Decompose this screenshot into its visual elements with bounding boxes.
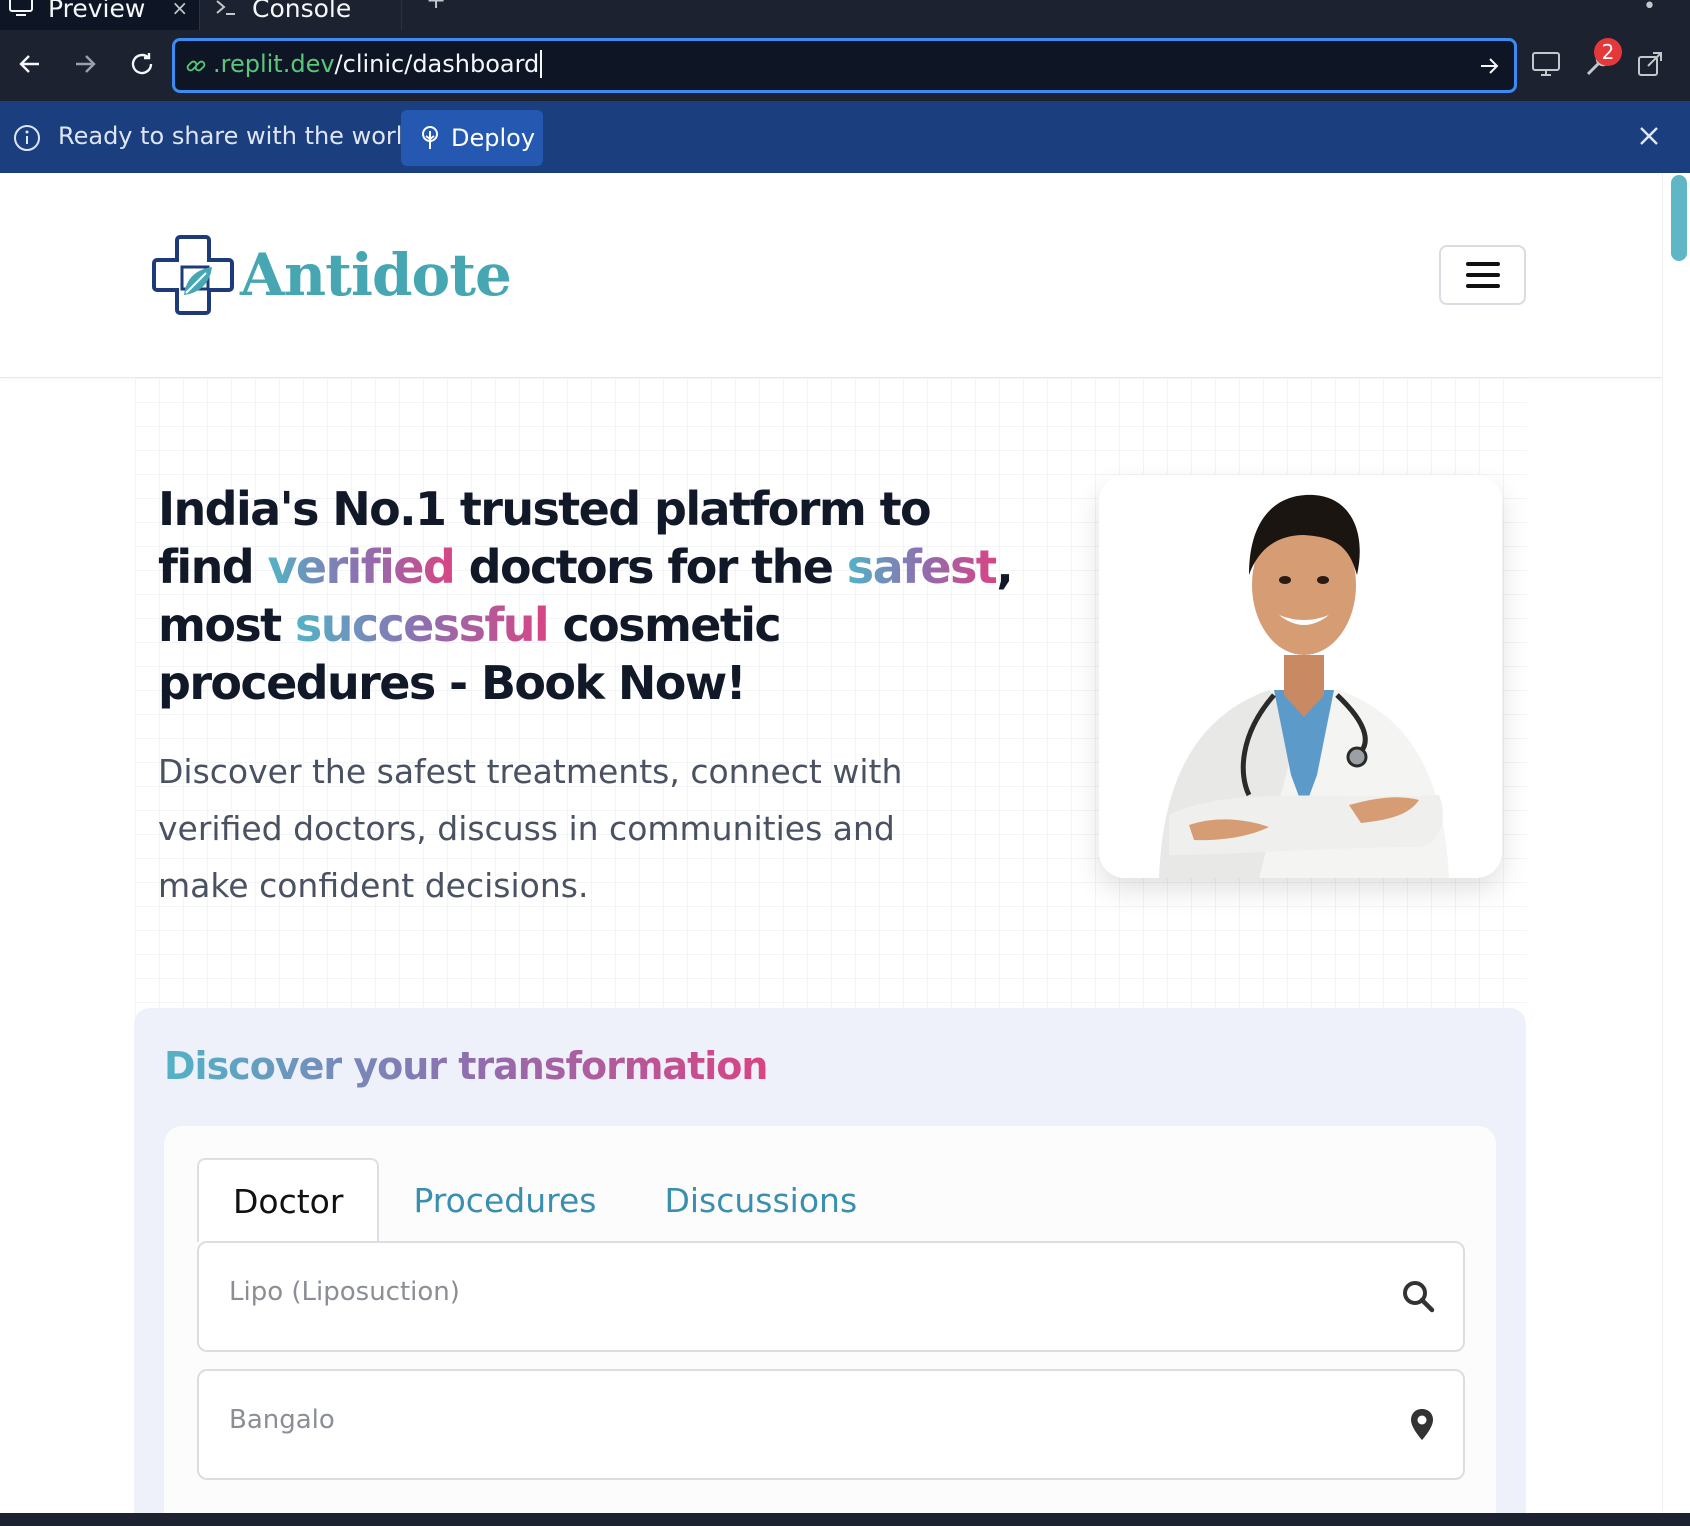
hamburger-icon	[1465, 262, 1500, 288]
deploy-label: Deploy	[451, 124, 536, 152]
deploy-banner: Ready to share with the world? Deploy	[0, 101, 1690, 173]
tab-doctor[interactable]: Doctor	[197, 1158, 380, 1242]
new-tab-button[interactable]: +	[426, 0, 446, 14]
search-icon[interactable]	[1401, 1279, 1435, 1317]
hero-highlight-safest: safest	[846, 540, 998, 594]
brand-name: Antidote	[240, 241, 512, 309]
monitor-icon	[1532, 52, 1560, 76]
terminal-icon	[214, 0, 238, 23]
tab-preview-label: Preview	[48, 0, 146, 23]
deploy-icon	[419, 125, 441, 151]
procedure-search-field	[197, 1241, 1465, 1352]
notification-badge: 2	[1594, 38, 1622, 66]
hero-highlight-successful: successful	[294, 598, 550, 652]
brand-logo[interactable]: Antidote	[150, 233, 512, 317]
info-icon	[12, 123, 42, 157]
location-input[interactable]	[229, 1405, 1329, 1435]
menu-button[interactable]	[1439, 245, 1526, 305]
window-bottom-edge	[0, 1513, 1690, 1526]
banner-message: Ready to share with the world?	[58, 122, 431, 150]
deploy-button[interactable]: Deploy	[401, 110, 543, 166]
site-header: Antidote	[0, 173, 1662, 378]
devices-button[interactable]	[1528, 46, 1564, 82]
url-bar[interactable]: .replit.dev/clinic/dashboard	[172, 38, 1517, 93]
search-card: Doctor Procedures Discussions	[164, 1126, 1496, 1513]
hero-subtitle: Discover the safest treatments, connect …	[158, 752, 903, 905]
arrow-right-icon	[76, 55, 96, 73]
procedure-search-input[interactable]	[229, 1277, 1329, 1307]
tab-procedures[interactable]: Procedures	[379, 1158, 630, 1242]
page-scrollbar[interactable]	[1662, 173, 1690, 1513]
link-icon	[185, 55, 207, 81]
page-viewport: Antidote India's No.1 trusted platform t…	[0, 173, 1690, 1513]
scrollbar-thumb[interactable]	[1671, 175, 1687, 261]
tab-discussions[interactable]: Discussions	[630, 1158, 891, 1242]
open-new-window-button[interactable]	[1632, 46, 1668, 82]
more-options-icon[interactable]: •	[1643, 0, 1656, 19]
close-tab-icon[interactable]: ×	[171, 0, 188, 20]
back-button[interactable]	[12, 46, 48, 82]
go-button[interactable]	[1478, 55, 1500, 81]
hero-highlight-verified: verified	[267, 540, 455, 594]
tab-preview[interactable]: Preview ×	[0, 0, 200, 30]
map-pin-icon[interactable]	[1409, 1407, 1435, 1447]
arrow-right-icon	[1481, 58, 1499, 74]
medical-cross-leaf-icon	[152, 235, 234, 315]
reload-button[interactable]	[124, 46, 160, 82]
monitor-icon	[8, 0, 34, 23]
url-host: .replit.dev	[213, 50, 335, 78]
external-link-icon	[1638, 52, 1662, 76]
arrow-left-icon	[19, 55, 39, 73]
forward-button[interactable]	[67, 46, 103, 82]
reload-icon	[131, 53, 153, 75]
tab-strip: Preview × Console + •	[0, 0, 1690, 30]
discover-section: Discover your transformation Doctor Proc…	[134, 1008, 1526, 1513]
navigation-bar: .replit.dev/clinic/dashboard 2	[0, 30, 1690, 101]
hero-title: India's No.1 trusted platform to find ve…	[158, 480, 1038, 712]
url-path: /clinic/dashboard	[334, 50, 540, 78]
tab-console[interactable]: Console	[202, 0, 402, 30]
close-icon[interactable]	[1636, 123, 1662, 153]
tab-console-label: Console	[252, 0, 352, 23]
browser-window: Preview × Console + • .replit.dev/clinic…	[0, 0, 1690, 1526]
discover-title: Discover your transformation	[164, 1044, 768, 1088]
hero-title-part: doctors for the	[454, 540, 847, 594]
doctor-image	[1099, 475, 1502, 878]
location-field	[197, 1369, 1465, 1480]
search-tabs: Doctor Procedures Discussions	[197, 1158, 891, 1242]
url-text: .replit.dev/clinic/dashboard	[213, 50, 543, 78]
